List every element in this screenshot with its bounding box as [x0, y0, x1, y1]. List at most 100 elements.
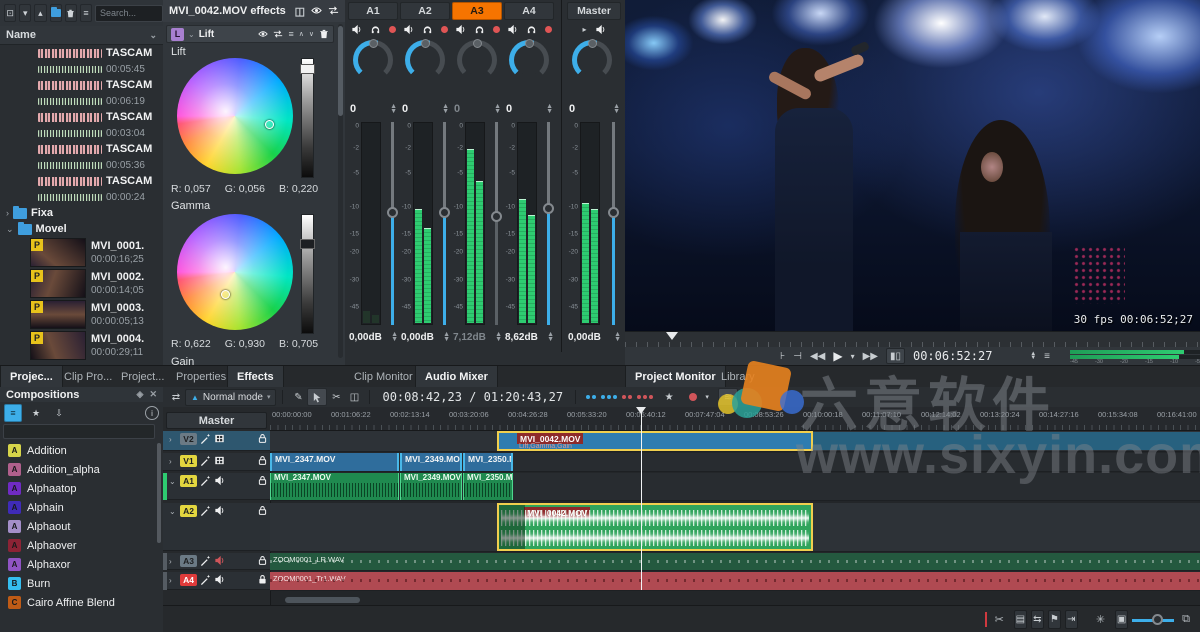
- gain-db-value[interactable]: 8,62dB: [505, 332, 538, 343]
- bin-audio-item[interactable]: TASCAM: [0, 109, 163, 125]
- solo-icon[interactable]: [422, 24, 433, 35]
- volume-slider[interactable]: [608, 122, 618, 325]
- tab-audio-mixer[interactable]: Audio Mixer: [415, 366, 498, 388]
- mute-icon[interactable]: [595, 24, 606, 35]
- clip-a2-mvi0042[interactable]: MVI_0042.MOV: [497, 503, 813, 551]
- float-icon[interactable]: ◈: [137, 389, 144, 400]
- menu-icon[interactable]: ≡: [288, 29, 293, 39]
- fit-zoom-icon[interactable]: ✳: [1096, 613, 1105, 626]
- move-up-icon[interactable]: ∧: [299, 30, 304, 38]
- bin-video-item[interactable]: P MVI_0002.00:00:14;05: [0, 268, 163, 299]
- track-header-a2[interactable]: ⌄ A2: [163, 503, 270, 551]
- favorites-icon[interactable]: ★: [27, 404, 45, 422]
- spinner-icon[interactable]: ▲▼: [495, 332, 502, 342]
- composition-item[interactable]: B Burn: [0, 574, 163, 593]
- clip-a1-mvi2349[interactable]: MVI_2349.MOV: [400, 473, 462, 500]
- insert-tool-icon[interactable]: ✎: [289, 389, 307, 405]
- gamma-green-value[interactable]: G: 0,930: [225, 338, 265, 350]
- balance-value[interactable]: 0: [350, 103, 356, 115]
- composition-item[interactable]: A Alphaatop: [0, 479, 163, 498]
- compare-icon[interactable]: ◫: [295, 5, 305, 18]
- razor-status-icon[interactable]: ✂: [995, 613, 1004, 626]
- solo-icon[interactable]: [526, 24, 537, 35]
- zone-in-icon[interactable]: ⊦: [780, 351, 785, 362]
- playhead-line[interactable]: [641, 407, 642, 590]
- spinner-icon[interactable]: ▲▼: [390, 104, 397, 114]
- record-icon[interactable]: [389, 26, 396, 33]
- rewind-button[interactable]: ◀◀: [810, 351, 825, 362]
- chevron-up-icon[interactable]: ▴: [34, 4, 46, 22]
- tab-clip-monitor[interactable]: Clip Monitor: [345, 366, 422, 388]
- mixer-tab-a3[interactable]: A3: [452, 2, 502, 20]
- balance-knob[interactable]: [405, 40, 445, 80]
- track-badge[interactable]: A2: [180, 505, 197, 517]
- balance-value[interactable]: 0: [454, 103, 460, 115]
- timeline-zoom-slider[interactable]: [1140, 613, 1174, 627]
- chevron-down-icon[interactable]: ⌄: [6, 224, 14, 235]
- gain-db-value[interactable]: 0,00dB: [349, 332, 382, 343]
- lift-slider-handle[interactable]: [300, 64, 315, 74]
- composition-item[interactable]: C Cairo Affine Blend: [0, 593, 163, 612]
- balance-knob[interactable]: [457, 40, 497, 80]
- effects-wand-icon[interactable]: [200, 475, 211, 486]
- bin-menu-button[interactable]: ≡: [80, 4, 92, 22]
- timeline-horizontal-scrollbar[interactable]: [285, 597, 360, 603]
- mute-icon[interactable]: [351, 24, 362, 35]
- track-badge[interactable]: A3: [180, 555, 197, 567]
- playhead-marker[interactable]: [636, 407, 646, 414]
- mute-icon[interactable]: [214, 574, 225, 585]
- effects-wand-icon[interactable]: [200, 555, 211, 566]
- clip-a1-mvi2347[interactable]: MVI_2347.MOV: [270, 473, 399, 500]
- chevron-right-icon[interactable]: ›: [169, 557, 177, 566]
- record-options-icon[interactable]: ▾: [702, 389, 712, 405]
- lock-closed-icon[interactable]: [257, 574, 268, 585]
- effects-wand-icon[interactable]: [200, 574, 211, 585]
- clip-a1-mvi2350[interactable]: MVI_2350.MO: [463, 473, 513, 500]
- chevron-right-icon[interactable]: ›: [6, 208, 9, 218]
- close-icon[interactable]: ✕: [149, 389, 157, 400]
- mute-icon[interactable]: [403, 24, 414, 35]
- eye-icon[interactable]: [258, 29, 268, 39]
- play-options-icon[interactable]: ▾: [851, 352, 855, 361]
- show-thumbnails-icon[interactable]: ▤: [1014, 610, 1027, 629]
- bin-audio-item-duration-row[interactable]: 00:06:19: [0, 93, 163, 109]
- timeline-menu-icon[interactable]: ⇄: [167, 389, 185, 405]
- track-header-v1[interactable]: › V1: [163, 453, 270, 471]
- effects-wand-icon[interactable]: [200, 505, 211, 516]
- selection-tool-icon[interactable]: [307, 388, 327, 406]
- balance-knob[interactable]: [353, 40, 393, 80]
- delete-zone-icon[interactable]: [636, 389, 654, 405]
- move-down-icon[interactable]: ∨: [309, 30, 314, 38]
- lift-color-wheel[interactable]: [177, 58, 293, 174]
- track-header-v2[interactable]: › V2: [163, 431, 270, 451]
- chevron-right-icon[interactable]: ›: [169, 457, 177, 466]
- gain-db-value[interactable]: 0,00dB: [401, 332, 434, 343]
- mix-audio-icon[interactable]: [582, 389, 600, 405]
- zoom-out-icon[interactable]: ▣: [1115, 610, 1128, 629]
- record-icon[interactable]: [493, 26, 500, 33]
- edit-mode-select[interactable]: ▲ Normal mode ▾: [185, 389, 276, 406]
- composition-item[interactable]: A Addition_alpha: [0, 460, 163, 479]
- bin-audio-item[interactable]: TASCAM: [0, 77, 163, 93]
- mute-icon[interactable]: [455, 24, 466, 35]
- balance-value[interactable]: 0: [569, 103, 575, 115]
- track-header-a3[interactable]: › A3: [163, 553, 270, 570]
- download-icon[interactable]: ⇩: [50, 404, 68, 422]
- chevron-down-icon[interactable]: ⌄: [188, 30, 195, 39]
- composition-item[interactable]: A Alphaxor: [0, 555, 163, 574]
- play-button[interactable]: ▶: [833, 349, 842, 363]
- mixed-streams-icon[interactable]: ⇆: [1031, 610, 1044, 629]
- chevron-down-icon[interactable]: ▾: [19, 4, 31, 22]
- lock-icon[interactable]: [257, 555, 268, 566]
- clip-a3-zoom0001lr[interactable]: ZOOM0001_LR.WAV: [270, 553, 1200, 570]
- timeline-tracks-area[interactable]: 00:00:00:0000:01:06:2200:02:13:1400:03:2…: [270, 407, 1200, 605]
- lock-icon[interactable]: [257, 475, 268, 486]
- effects-wand-icon[interactable]: [200, 455, 211, 466]
- show-markers-icon[interactable]: ⚑: [1048, 610, 1061, 629]
- bin-audio-item-duration-row[interactable]: 00:00:24: [0, 189, 163, 205]
- volume-slider[interactable]: [543, 122, 553, 325]
- swap-icon[interactable]: [273, 29, 283, 39]
- add-clip-button[interactable]: ⊡: [4, 4, 16, 22]
- bin-folder-movel[interactable]: ⌄ Movel: [0, 221, 163, 237]
- timeline-master-button[interactable]: Master: [166, 412, 267, 429]
